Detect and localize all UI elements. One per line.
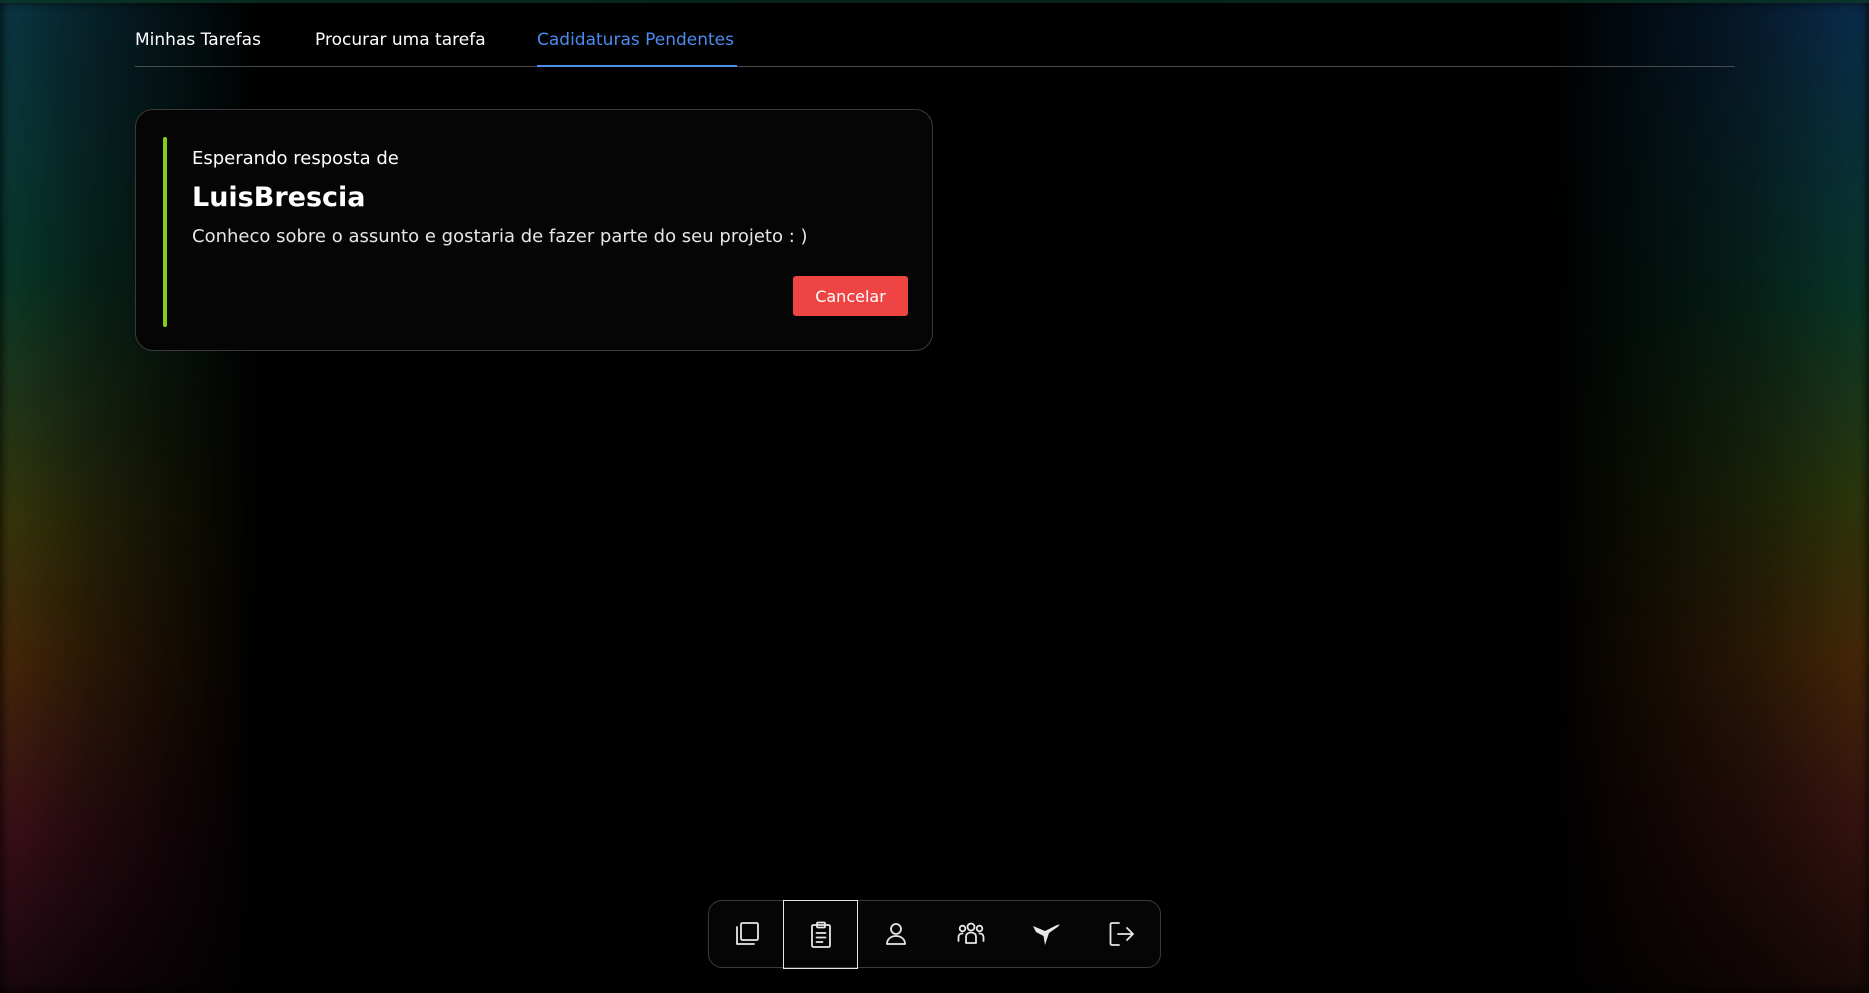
logout-icon — [1109, 922, 1134, 946]
card-user-name: LuisBrescia — [192, 182, 366, 213]
card-accent-bar — [163, 137, 167, 327]
dock-item-teams[interactable] — [933, 901, 1008, 967]
dock-item-profile[interactable] — [858, 901, 933, 967]
card-message: Conheco sobre o assunto e gostaria de fa… — [192, 226, 808, 247]
card-subtitle: Esperando resposta de — [192, 148, 399, 169]
dock-item-library[interactable] — [709, 901, 784, 967]
hummingbird-logo-icon — [1032, 924, 1060, 945]
users-group-icon — [957, 922, 984, 944]
app-screen: Minhas Tarefas Procurar uma tarefa Cadid… — [0, 0, 1869, 993]
ambient-glow-right — [1549, 0, 1869, 993]
dock-item-tasks[interactable] — [783, 900, 858, 969]
dock-item-brand[interactable] — [1008, 901, 1083, 967]
pending-application-card: Esperando resposta de LuisBrescia Conhec… — [135, 109, 933, 351]
dock-item-logout[interactable] — [1083, 901, 1158, 967]
active-tab-indicator — [537, 65, 737, 67]
clipboard-icon — [810, 921, 831, 948]
tab-cadidaturas-pendentes[interactable]: Cadidaturas Pendentes — [537, 30, 734, 50]
tab-bar: Minhas Tarefas Procurar uma tarefa Cadid… — [135, 0, 1735, 67]
library-icon — [735, 922, 759, 945]
tab-minhas-tarefas[interactable]: Minhas Tarefas — [135, 30, 261, 50]
user-icon — [885, 923, 906, 945]
bottom-dock — [708, 900, 1161, 969]
cancel-button[interactable]: Cancelar — [793, 276, 908, 316]
tab-procurar-tarefa[interactable]: Procurar uma tarefa — [315, 30, 486, 50]
